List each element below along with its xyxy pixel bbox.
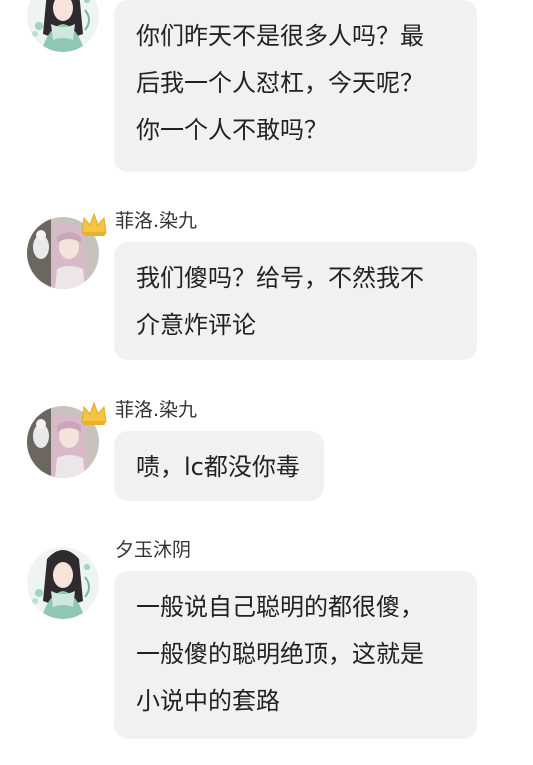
message-text-line: 你们昨天不是很多人吗？最 bbox=[136, 22, 424, 50]
girl-illustration-avatar-icon bbox=[27, 547, 99, 619]
message-text-line: 一般傻的聪明绝顶，这就是 bbox=[136, 640, 424, 668]
message-text-line: 小说中的套路 bbox=[136, 687, 280, 715]
message-bubble[interactable]: 你们昨天不是很多人吗？最 后我一个人怼杠，今天呢？ 你一个人不敢吗？ bbox=[114, 0, 477, 172]
chat-message: 你们昨天不是很多人吗？最 后我一个人怼杠，今天呢？ 你一个人不敢吗？ bbox=[0, 0, 533, 175]
chat-message: 菲洛.染九 我们傻吗？给号，不然我不 介意炸评论 bbox=[0, 205, 533, 365]
girl-illustration-avatar-icon bbox=[27, 0, 99, 52]
user-avatar[interactable] bbox=[27, 0, 99, 52]
message-bubble[interactable]: 我们傻吗？给号，不然我不 介意炸评论 bbox=[114, 242, 477, 360]
sender-name[interactable]: 菲洛.染九 bbox=[115, 210, 197, 232]
chat-message: 夕玉沐阴 一般说自己聪明的都很傻， 一般傻的聪明绝顶，这就是 小说中的套路 bbox=[0, 537, 533, 742]
message-text-line: 啧，lc都没你毒 bbox=[136, 453, 300, 481]
sender-name[interactable]: 夕玉沐阴 bbox=[115, 539, 191, 561]
user-avatar[interactable] bbox=[27, 547, 99, 619]
message-bubble[interactable]: 一般说自己聪明的都很傻， 一般傻的聪明绝顶，这就是 小说中的套路 bbox=[114, 571, 477, 739]
message-text-line: 后我一个人怼杠，今天呢？ bbox=[136, 69, 424, 97]
message-text-line: 一般说自己聪明的都很傻， bbox=[136, 593, 424, 621]
message-text-line: 介意炸评论 bbox=[136, 311, 256, 339]
message-bubble[interactable]: 啧，lc都没你毒 bbox=[114, 431, 324, 501]
crown-icon bbox=[81, 401, 107, 425]
crown-icon bbox=[81, 212, 107, 236]
message-text-line: 你一个人不敢吗？ bbox=[136, 116, 328, 144]
message-text-line: 我们傻吗？给号，不然我不 bbox=[136, 264, 424, 292]
chat-message: 菲洛.染九 啧，lc都没你毒 bbox=[0, 395, 533, 505]
sender-name[interactable]: 菲洛.染九 bbox=[115, 399, 197, 421]
